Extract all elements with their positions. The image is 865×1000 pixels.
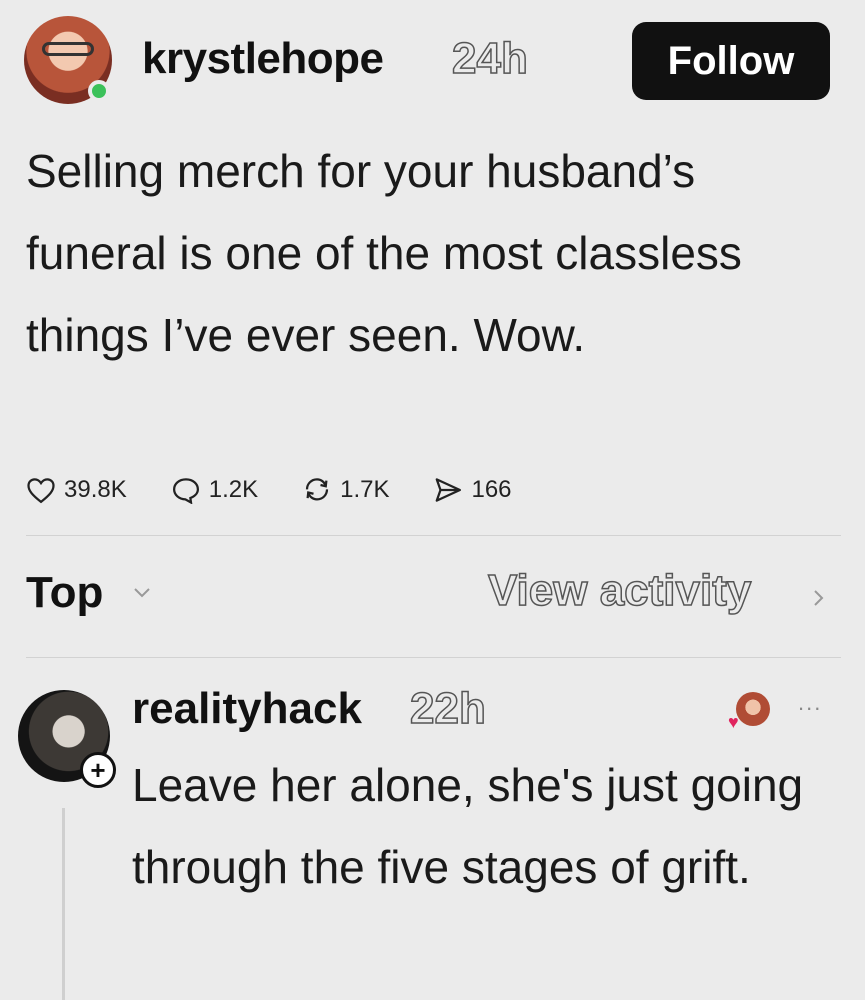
- post-text: Selling merch for your husband’s funeral…: [26, 145, 742, 361]
- like-count: 39.8K: [64, 476, 127, 503]
- post-timestamp: 24h: [451, 33, 528, 84]
- repost-icon: [305, 478, 329, 501]
- repost-stat[interactable]: 1.7K: [302, 476, 389, 504]
- comment-count: 1.2K: [208, 476, 259, 503]
- repost-count: 1.7K: [340, 476, 390, 503]
- chevron-right-icon[interactable]: [812, 588, 826, 608]
- post-username[interactable]: krystlehope: [142, 34, 384, 84]
- reply-text: Leave her alone, she's just going throug…: [132, 759, 804, 893]
- liked-by-author-heart-icon: ♥: [728, 712, 739, 732]
- stats-divider: [26, 535, 841, 536]
- thread-line: [62, 808, 65, 1000]
- comment-stat[interactable]: 1.2K: [171, 476, 258, 504]
- chevron-down-icon[interactable]: [132, 586, 152, 600]
- heart-icon: [27, 478, 55, 504]
- comment-icon: [172, 478, 199, 504]
- share-count: 166: [471, 476, 512, 503]
- avatar-glasses-detail: [42, 42, 94, 56]
- online-status-dot: [88, 80, 110, 102]
- sort-divider: [26, 657, 841, 658]
- liked-by-author-avatar: [736, 692, 770, 726]
- like-stat[interactable]: 39.8K: [26, 476, 127, 504]
- send-icon: [436, 478, 462, 502]
- follow-button[interactable]: Follow: [632, 22, 830, 100]
- follow-plus-icon[interactable]: +: [80, 752, 116, 788]
- sort-dropdown-label[interactable]: Top: [26, 568, 103, 618]
- post-stats-row: 39.8K 1.2K 1.7K 166: [26, 470, 556, 510]
- share-stat[interactable]: 166: [433, 476, 512, 504]
- reply-timestamp: 22h: [409, 683, 486, 734]
- reply-username[interactable]: realityhack: [132, 684, 362, 734]
- view-activity-link[interactable]: View activity: [487, 565, 752, 616]
- more-options-icon[interactable]: ...: [798, 690, 822, 716]
